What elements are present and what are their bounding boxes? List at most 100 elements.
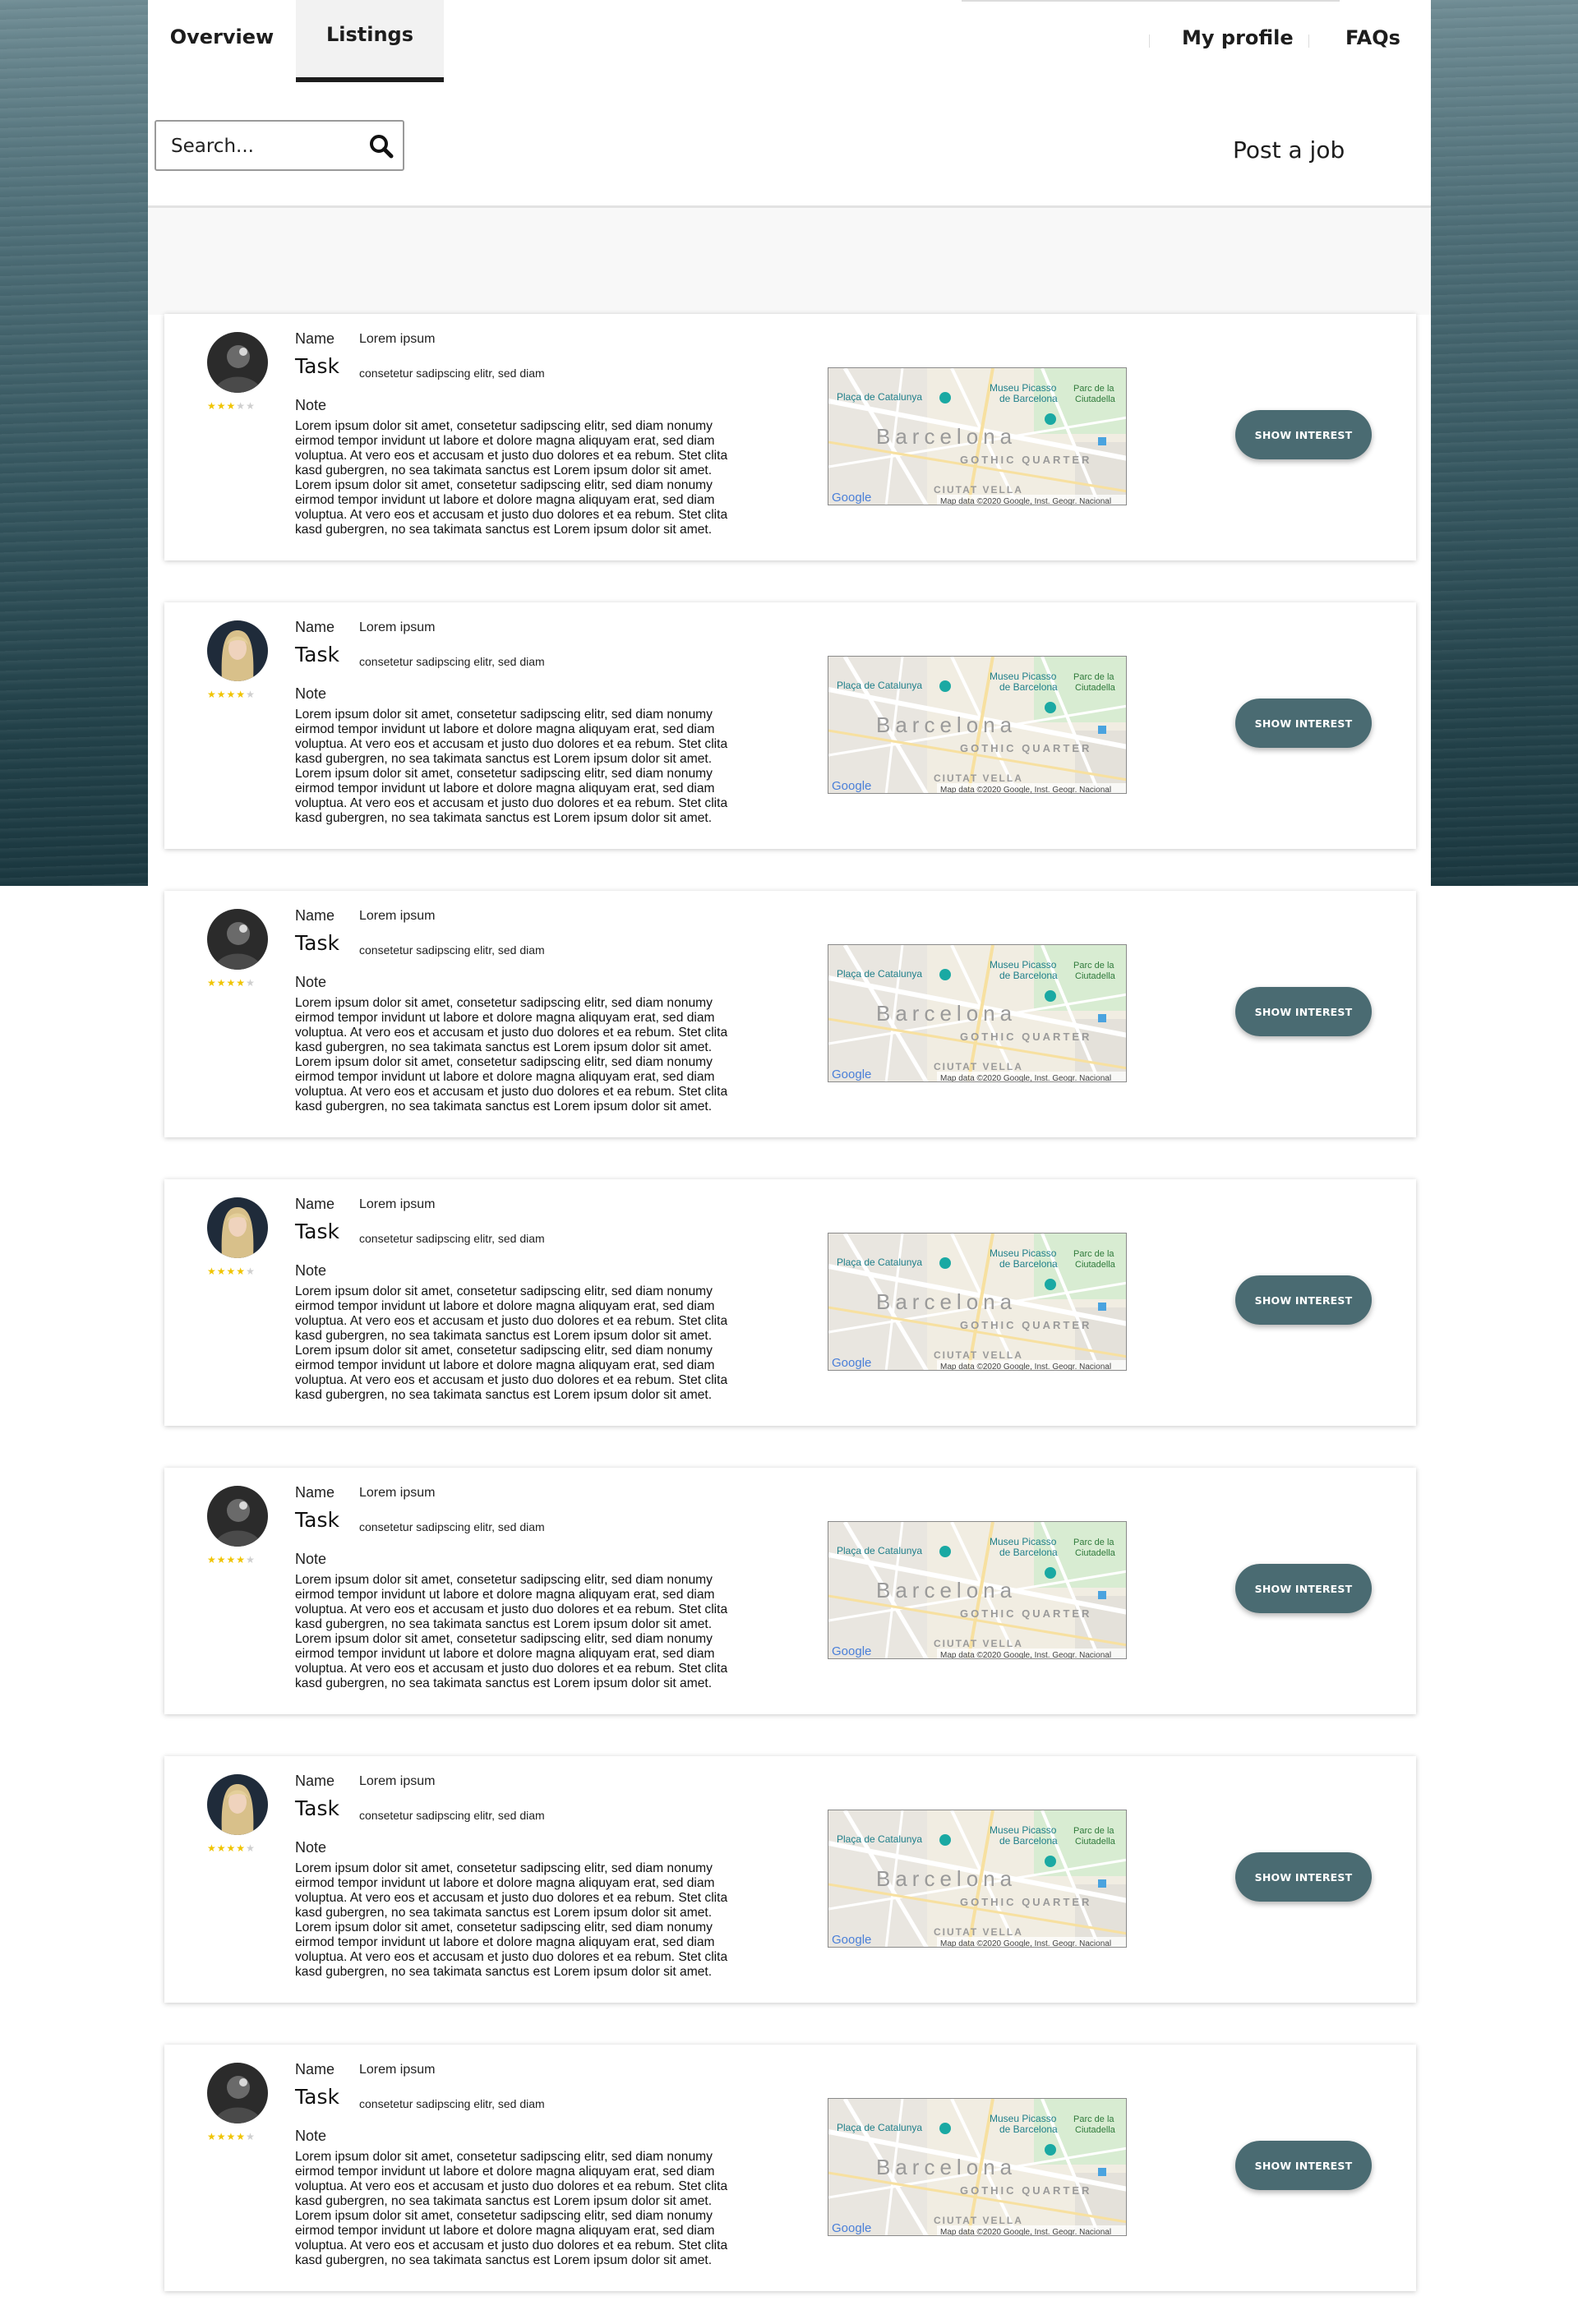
map-label-museum: Museu Picasso (990, 1824, 1057, 1836)
star-filled-icon: ★ (207, 400, 217, 412)
blonde-avatar-image (207, 620, 268, 681)
rating-stars: ★★★★★ (207, 2132, 256, 2142)
star-filled-icon: ★ (207, 2131, 217, 2142)
name-label: Name (295, 2061, 335, 2077)
map-thumbnail[interactable]: Plaça de Catalunya Museu Picasso de Barc… (828, 367, 1127, 505)
map-label-museum-2: de Barcelona (999, 1547, 1058, 1558)
my-profile-link[interactable]: My profile (1182, 26, 1294, 49)
map-label-district: CIUTAT VELLA (934, 1061, 1023, 1072)
post-job-link[interactable]: Post a job (1233, 136, 1345, 164)
listing-card: ★★★★★ Name Lorem ipsum Task consetetur s… (164, 1179, 1416, 1426)
task-label: Task (295, 354, 339, 378)
header-divider-line (962, 0, 1340, 2)
star-filled-icon: ★ (216, 400, 227, 412)
map-graphic: Plaça de Catalunya Museu Picasso de Barc… (828, 657, 1126, 793)
show-interest-button[interactable]: Show interest (1235, 1275, 1372, 1325)
star-empty-icon: ★ (236, 400, 247, 412)
star-empty-icon: ★ (246, 400, 256, 412)
blonde-avatar (207, 1774, 268, 1835)
dark-avatar (207, 909, 268, 970)
map-label-plaza: Plaça de Catalunya (837, 1833, 922, 1845)
map-label-park-2: Ciutadella (1075, 1260, 1116, 1270)
name-label: Name (295, 330, 335, 347)
note-label: Note (295, 1262, 327, 1279)
star-filled-icon: ★ (226, 977, 237, 989)
task-value: consetetur sadipscing elitr, sed diam (359, 2097, 545, 2110)
map-label-museum: Museu Picasso (990, 671, 1057, 682)
star-filled-icon: ★ (216, 977, 227, 989)
name-value: Lorem ipsum (359, 1774, 436, 1788)
nav-separator (1308, 35, 1309, 48)
rating-stars: ★★★★★ (207, 1555, 256, 1565)
task-label: Task (295, 1796, 339, 1820)
map-thumbnail[interactable]: Plaça de Catalunya Museu Picasso de Barc… (828, 1233, 1127, 1371)
task-value: consetetur sadipscing elitr, sed diam (359, 1520, 545, 1533)
dark-avatar (207, 332, 268, 393)
map-thumbnail[interactable]: Plaça de Catalunya Museu Picasso de Barc… (828, 2098, 1127, 2236)
map-thumbnail[interactable]: Plaça de Catalunya Museu Picasso de Barc… (828, 656, 1127, 794)
show-interest-button[interactable]: Show interest (1235, 1564, 1372, 1613)
star-empty-icon: ★ (246, 1554, 256, 1565)
header: Overview Listings My profile FAQs Post a… (148, 0, 1431, 208)
note-label: Note (295, 1551, 327, 1567)
name-value: Lorem ipsum (359, 909, 436, 923)
note-text: Lorem ipsum dolor sit amet, consetetur s… (295, 708, 728, 825)
map-label-museum-2: de Barcelona (999, 970, 1058, 981)
star-empty-icon: ★ (246, 1842, 256, 1854)
map-label-quarter: GOTHIC QUARTER (960, 1031, 1091, 1043)
map-attribution: Map data ©2020 Google, Inst. Geogr. Naci… (940, 1651, 1111, 1659)
search-box (155, 120, 404, 171)
star-filled-icon: ★ (207, 689, 217, 700)
blonde-avatar (207, 620, 268, 681)
rating-stars: ★★★★★ (207, 1843, 256, 1853)
show-interest-button[interactable]: Show interest (1235, 699, 1372, 748)
map-thumbnail[interactable]: Plaça de Catalunya Museu Picasso de Barc… (828, 944, 1127, 1082)
map-label-city: Barcelona (876, 712, 1017, 737)
dark-avatar (207, 2063, 268, 2123)
content-top-band (148, 208, 1431, 315)
task-value: consetetur sadipscing elitr, sed diam (359, 1809, 545, 1822)
dark-avatar-image (207, 332, 268, 393)
star-filled-icon: ★ (236, 2131, 247, 2142)
search-input[interactable] (169, 131, 362, 161)
nav-separator (1149, 35, 1150, 48)
faqs-link[interactable]: FAQs (1345, 26, 1400, 49)
map-label-city: Barcelona (876, 424, 1017, 449)
show-interest-button[interactable]: Show interest (1235, 1852, 1372, 1902)
note-label: Note (295, 974, 327, 990)
show-interest-button[interactable]: Show interest (1235, 410, 1372, 459)
tab-listings[interactable]: Listings (296, 0, 444, 82)
map-label-plaza: Plaça de Catalunya (837, 680, 922, 691)
note-text: Lorem ipsum dolor sit amet, consetetur s… (295, 2150, 728, 2267)
star-filled-icon: ★ (207, 977, 217, 989)
task-value: consetetur sadipscing elitr, sed diam (359, 655, 545, 668)
map-label-quarter: GOTHIC QUARTER (960, 454, 1091, 466)
star-filled-icon: ★ (216, 1266, 227, 1277)
map-label-plaza: Plaça de Catalunya (837, 968, 922, 980)
note-text: Lorem ipsum dolor sit amet, consetetur s… (295, 996, 728, 1114)
map-label-park: Parc de la (1073, 1826, 1114, 1836)
map-attribution: Map data ©2020 Google, Inst. Geogr. Naci… (940, 1363, 1111, 1371)
star-filled-icon: ★ (216, 2131, 227, 2142)
search-icon[interactable] (368, 133, 394, 159)
map-thumbnail[interactable]: Plaça de Catalunya Museu Picasso de Barc… (828, 1521, 1127, 1659)
map-label-park-2: Ciutadella (1075, 1548, 1116, 1558)
map-label-museum-2: de Barcelona (999, 393, 1058, 404)
show-interest-button[interactable]: Show interest (1235, 2141, 1372, 2190)
map-label-city: Barcelona (876, 1289, 1017, 1314)
map-label-district: CIUTAT VELLA (934, 1638, 1023, 1649)
rating-stars: ★★★★★ (207, 401, 256, 411)
star-empty-icon: ★ (246, 977, 256, 989)
map-label-museum: Museu Picasso (990, 382, 1057, 394)
map-thumbnail[interactable]: Plaça de Catalunya Museu Picasso de Barc… (828, 1810, 1127, 1948)
map-provider-logo: Google (832, 1933, 871, 1947)
show-interest-button[interactable]: Show interest (1235, 987, 1372, 1036)
star-filled-icon: ★ (226, 1266, 237, 1277)
map-label-plaza: Plaça de Catalunya (837, 2122, 922, 2133)
dark-avatar-image (207, 1486, 268, 1547)
map-attribution: Map data ©2020 Google, Inst. Geogr. Naci… (940, 497, 1111, 505)
listing-card: ★★★★★ Name Lorem ipsum Task consetetur s… (164, 1756, 1416, 2003)
star-empty-icon: ★ (246, 2131, 256, 2142)
tab-overview[interactable]: Overview (148, 0, 296, 82)
star-filled-icon: ★ (207, 1842, 217, 1854)
